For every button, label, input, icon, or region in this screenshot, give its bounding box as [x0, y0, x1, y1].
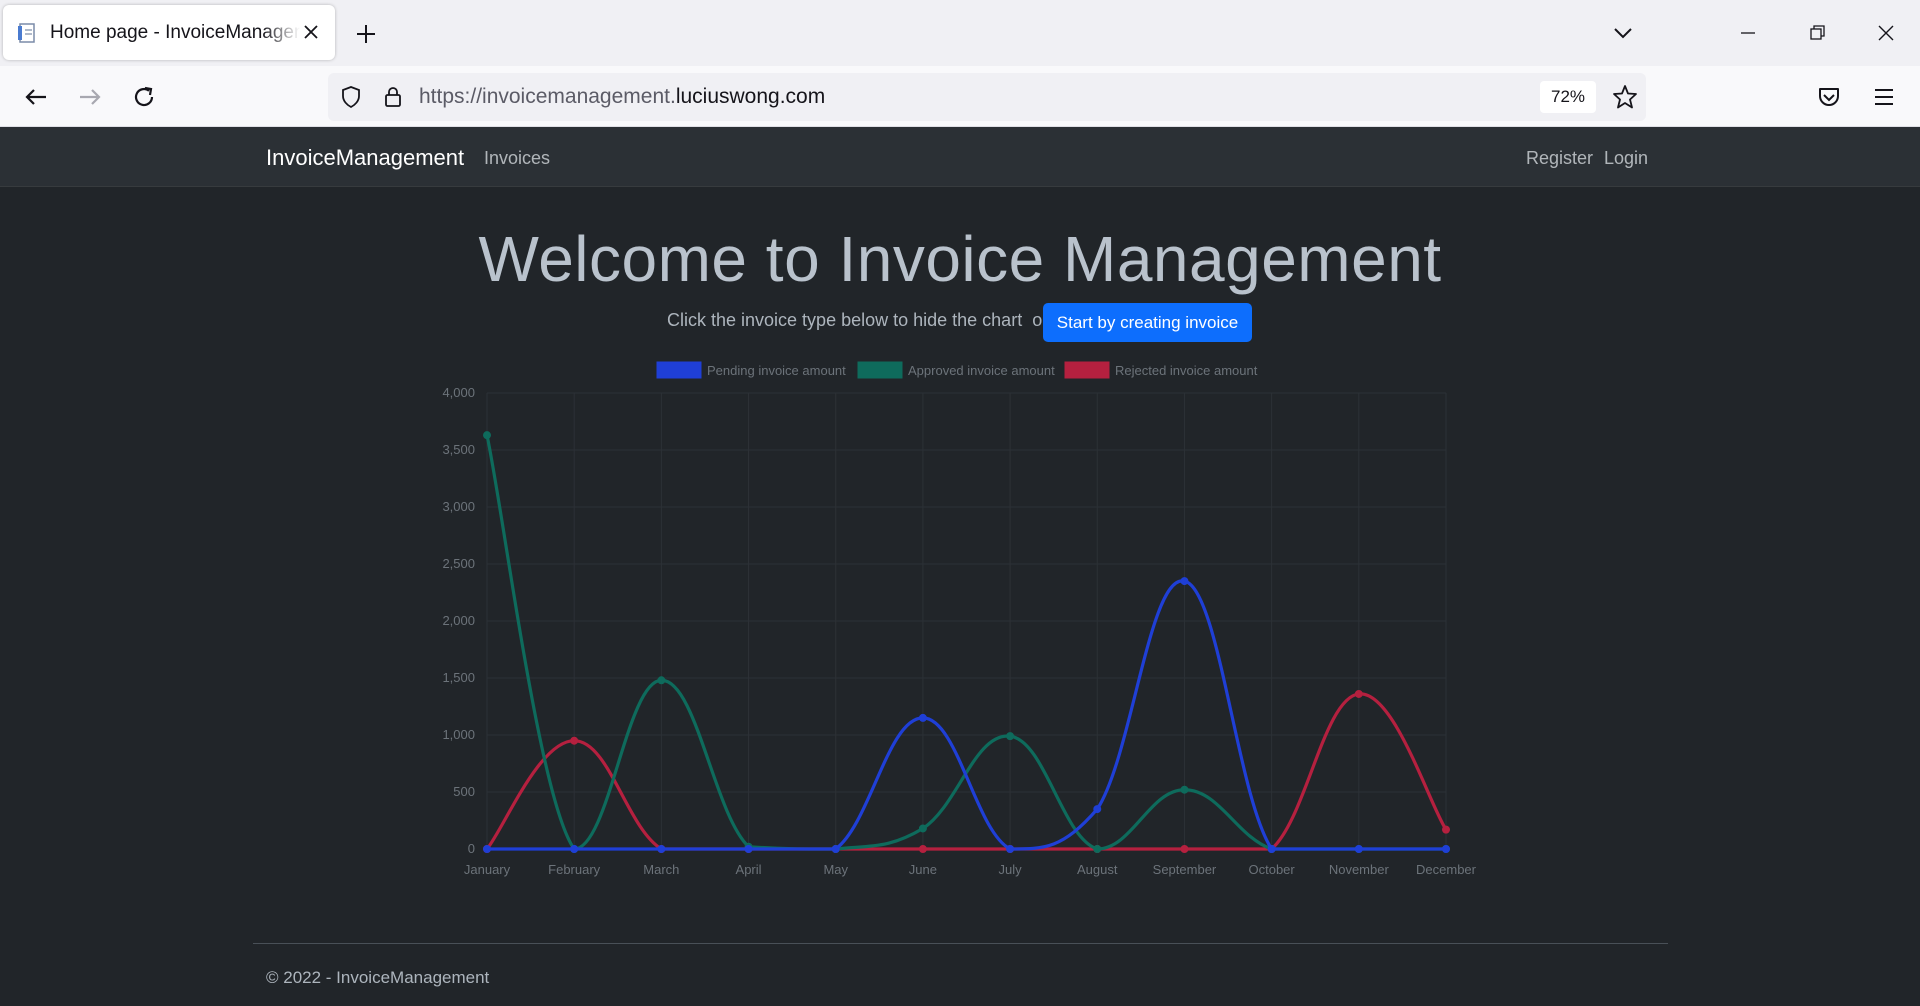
browser-toolbar: https://invoicemanagement.luciuswong.com…	[0, 66, 1920, 127]
tracking-protection-shield-icon[interactable]	[338, 84, 364, 110]
footer-copyright: © 2022 - InvoiceManagement	[266, 968, 490, 987]
data-point	[744, 845, 753, 853]
data-point	[570, 736, 579, 745]
nav-link-invoices[interactable]: Invoices	[484, 148, 550, 169]
y-tick-label: 1,000	[442, 727, 475, 742]
data-point	[1267, 845, 1276, 853]
invoice-amount-chart: 0 500 1,000 1,500 2,000 2,500 3,000 3,500 4,000 J…	[442, 361, 1477, 877]
bookmark-star-icon[interactable]	[1611, 83, 1639, 111]
x-tick-label: August	[1077, 862, 1118, 877]
x-tick-label: March	[643, 862, 679, 877]
y-tick-label: 2,000	[442, 613, 475, 628]
y-tick-label: 4,000	[442, 385, 475, 400]
reload-icon[interactable]	[128, 81, 160, 113]
series-line	[485, 434, 1446, 851]
y-tick-label: 0	[468, 841, 475, 856]
url-prefix: https://invoicemanagement.	[419, 85, 676, 108]
data-point	[1354, 689, 1363, 698]
create-invoice-button[interactable]: Start by creating invoice	[1043, 303, 1252, 342]
nav-link-register[interactable]: Register	[1526, 148, 1593, 169]
data-point	[1180, 785, 1189, 794]
y-tick-label: 1,500	[442, 670, 475, 685]
forward-arrow-icon[interactable]	[74, 81, 106, 113]
data-point	[918, 845, 927, 853]
back-arrow-icon[interactable]	[20, 81, 52, 113]
data-point	[1354, 845, 1363, 853]
restore-icon[interactable]	[1802, 18, 1832, 48]
data-point	[918, 824, 927, 833]
y-tick-label: 500	[453, 784, 475, 799]
tab-list-chevron-icon[interactable]	[1608, 18, 1638, 48]
browser-tab-bar: Home page - InvoiceManagement	[0, 0, 1920, 66]
legend-label: Approved invoice amount	[908, 363, 1055, 378]
tab-title: Home page - InvoiceManagement	[50, 21, 300, 43]
close-tab-icon[interactable]	[301, 22, 321, 42]
data-point	[1006, 845, 1015, 853]
minimize-icon[interactable]	[1733, 18, 1763, 48]
x-tick-label: June	[909, 862, 937, 877]
page-title: Welcome to Invoice Management	[478, 223, 1442, 295]
close-window-icon[interactable]	[1871, 18, 1901, 48]
y-tick-label: 3,500	[442, 442, 475, 457]
x-tick-label: May	[823, 862, 848, 877]
data-point	[483, 845, 491, 853]
pocket-icon[interactable]	[1813, 81, 1845, 113]
legend-label: Pending invoice amount	[707, 363, 846, 378]
legend-swatch	[857, 361, 903, 379]
legend-swatch	[1064, 361, 1110, 379]
footer-divider	[253, 943, 1668, 944]
data-point	[918, 713, 927, 722]
hero-subtitle: Click the invoice type below to hide the…	[667, 310, 1049, 330]
x-tick-label: December	[1416, 862, 1477, 877]
x-tick-label: February	[548, 862, 601, 877]
page-favicon-icon	[18, 22, 35, 43]
x-tick-label: November	[1329, 862, 1390, 877]
data-point	[1442, 845, 1450, 853]
new-tab-icon[interactable]	[352, 20, 380, 48]
data-point	[831, 845, 840, 853]
data-point	[657, 676, 666, 685]
x-tick-label: September	[1153, 862, 1217, 877]
y-tick-label: 2,500	[442, 556, 475, 571]
zoom-level-badge[interactable]: 72%	[1540, 81, 1596, 113]
x-tick-label: April	[736, 862, 762, 877]
x-tick-label: January	[464, 862, 511, 877]
data-point	[1180, 845, 1189, 853]
browser-tab[interactable]: Home page - InvoiceManagement	[3, 5, 335, 60]
url-bar[interactable]: https://invoicemanagement.luciuswong.com…	[328, 73, 1646, 121]
url-host: luciuswong.com	[675, 85, 826, 108]
data-point	[1006, 732, 1015, 741]
data-point	[570, 845, 579, 853]
data-point	[483, 431, 491, 440]
url-text[interactable]: https://invoicemanagement.luciuswong.com	[419, 85, 825, 109]
brand-link[interactable]: InvoiceManagement	[266, 145, 464, 171]
legend-label: Rejected invoice amount	[1115, 363, 1258, 378]
data-point	[657, 845, 666, 853]
legend-swatch	[656, 361, 702, 379]
nav-link-login[interactable]: Login	[1604, 148, 1648, 169]
data-point	[1442, 825, 1450, 834]
data-point	[1093, 845, 1102, 853]
y-tick-label: 3,000	[442, 499, 475, 514]
site-navbar: InvoiceManagement Invoices Register Logi…	[0, 127, 1920, 187]
lock-icon[interactable]	[380, 84, 406, 110]
data-point	[1093, 805, 1102, 814]
x-tick-label: October	[1249, 862, 1296, 877]
hamburger-menu-icon[interactable]	[1868, 81, 1900, 113]
data-point	[1180, 577, 1189, 586]
x-tick-label: July	[999, 862, 1023, 877]
